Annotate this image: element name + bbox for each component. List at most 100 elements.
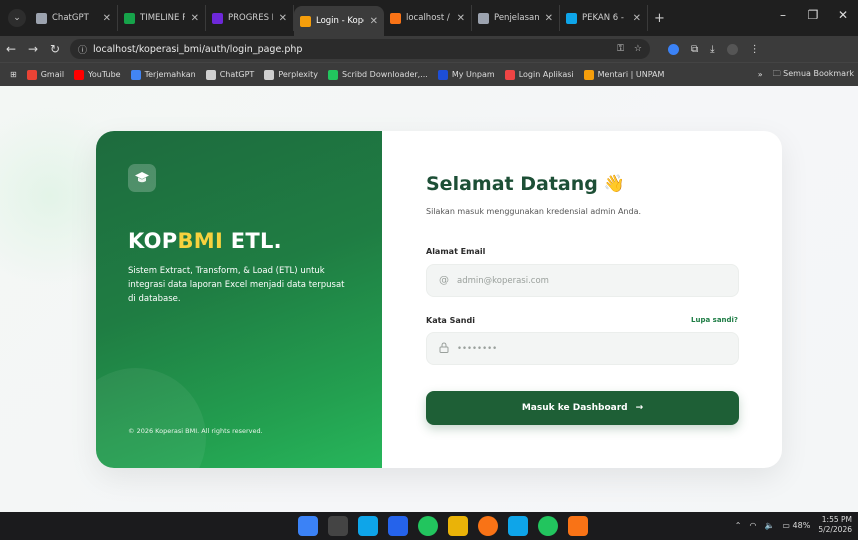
browser-tab-strip: ⌄ ChatGPT✕TIMELINE RU✕PROGRES KP✕Login -… (0, 0, 858, 36)
brand-description: Sistem Extract, Transform, & Load (ETL) … (128, 266, 345, 304)
spotify-icon[interactable] (418, 516, 438, 536)
login-form: Selamat Datang 👋 Silakan masuk menggunaka… (382, 131, 782, 468)
bookmark-favicon-icon (583, 69, 594, 80)
forgot-password-link[interactable]: Lupa sandi? (691, 316, 738, 324)
xampp-icon[interactable] (568, 516, 588, 536)
start-icon[interactable] (298, 516, 318, 536)
chrome-icon[interactable] (478, 516, 498, 536)
browser-toolbar: ← → ↻ ⓘ localhost/koperasi_bmi/auth/logi… (0, 36, 858, 62)
close-tab-icon[interactable]: ✕ (627, 13, 641, 24)
bookmark-item[interactable]: YouTube (74, 69, 121, 80)
window-controls: – ❐ ✕ (768, 0, 858, 30)
more-bookmarks-icon[interactable]: » (758, 70, 763, 79)
bookmark-item[interactable]: Mentari | UNPAM (583, 69, 664, 80)
login-card: KOPBMI ETL. Sistem Extract, Transform, &… (96, 131, 782, 468)
bookmark-item[interactable]: Perplexity (264, 69, 318, 80)
bookmark-item[interactable]: Gmail (26, 69, 64, 80)
extension-icon[interactable] (668, 43, 679, 55)
volume-icon[interactable]: 🔈 (764, 521, 774, 530)
close-tab-icon[interactable]: ✕ (273, 13, 287, 24)
login-submit-button[interactable]: Masuk ke Dashboard → (426, 391, 739, 425)
email-field[interactable]: @ admin@koperasi.com (426, 264, 739, 297)
address-bar[interactable]: ⓘ localhost/koperasi_bmi/auth/login_page… (70, 39, 650, 59)
tab-favicon-icon (212, 12, 223, 24)
email-label: Alamat Email (426, 247, 486, 256)
menu-kebab-icon[interactable]: ⋮ (750, 44, 760, 55)
page-background: KOPBMI ETL. Sistem Extract, Transform, &… (0, 86, 858, 512)
bookmark-item[interactable]: ChatGPT (205, 69, 254, 80)
reload-icon[interactable]: ↻ (44, 42, 66, 56)
bookmark-item[interactable]: My Unpam (437, 69, 495, 80)
wifi-icon[interactable]: ◠ (749, 521, 756, 530)
bookmark-folder[interactable]: 🗀 Semua Bookmark (773, 68, 854, 82)
profile-avatar[interactable] (726, 43, 738, 55)
decorative-circle (96, 368, 206, 468)
tab-favicon-icon (300, 15, 311, 27)
bookmark-favicon-icon (327, 69, 338, 80)
file-explorer-icon[interactable] (448, 516, 468, 536)
copyright-footer: © 2026 Koperasi BMI. All rights reserved… (128, 427, 263, 435)
apps-grid-icon[interactable]: ⊞ (10, 70, 17, 79)
bookmark-star-icon[interactable]: ☆ (634, 44, 642, 54)
tab-list: ChatGPT✕TIMELINE RU✕PROGRES KP✕Login - K… (30, 0, 648, 36)
email-placeholder: admin@koperasi.com (457, 275, 549, 286)
tab-favicon-icon (390, 12, 401, 24)
at-sign-icon: @ (439, 275, 449, 286)
brand-panel: KOPBMI ETL. Sistem Extract, Transform, &… (96, 131, 382, 468)
battery-icon[interactable]: ▭ 48% (782, 521, 810, 530)
close-tab-icon[interactable]: ✕ (97, 13, 111, 24)
bookmark-favicon-icon (437, 69, 448, 80)
tab-1[interactable]: TIMELINE RU✕ (118, 5, 206, 31)
close-tab-icon[interactable]: ✕ (539, 13, 553, 24)
bookmark-item[interactable]: Terjemahkan (130, 69, 196, 80)
bookmarks-bar: ⊞ Gmail YouTube Terjemahkan ChatGPT Perplexi… (0, 62, 858, 86)
search-icon[interactable] (328, 516, 348, 536)
maximize-icon[interactable]: ❐ (798, 8, 828, 22)
whatsapp-icon[interactable] (538, 516, 558, 536)
bookmark-favicon-icon (264, 69, 275, 80)
forward-icon[interactable]: → (22, 42, 44, 56)
calendar-app-icon[interactable] (388, 516, 408, 536)
bookmark-favicon-icon (205, 69, 216, 80)
bookmark-favicon-icon (130, 69, 141, 80)
lock-icon (439, 341, 449, 356)
brand-title: KOPBMI ETL. (128, 229, 282, 253)
close-window-icon[interactable]: ✕ (828, 8, 858, 22)
new-tab-icon[interactable]: + (654, 11, 665, 26)
os-taskbar: ⌃ ◠ 🔈 ▭ 48% 1:55 PM 5/2/2026 (0, 512, 858, 540)
bookmark-item[interactable]: Scribd Downloader,... (327, 69, 428, 80)
back-icon[interactable]: ← (0, 42, 22, 56)
minimize-icon[interactable]: – (768, 8, 798, 22)
close-tab-icon[interactable]: ✕ (451, 13, 465, 24)
tab-3[interactable]: Login - Kope ✕ (294, 6, 384, 36)
close-tab-icon[interactable]: ✕ (364, 16, 378, 27)
close-tab-icon[interactable]: ✕ (185, 13, 199, 24)
vscode-icon[interactable] (508, 516, 528, 536)
tab-favicon-icon (36, 12, 47, 24)
bookmark-favicon-icon (74, 69, 85, 80)
bookmark-list: Gmail YouTube Terjemahkan ChatGPT Perplexity… (17, 69, 664, 80)
tab-0[interactable]: ChatGPT ✕ (30, 5, 118, 31)
site-info-icon[interactable]: ⓘ (78, 43, 87, 56)
bookmark-favicon-icon (26, 69, 37, 80)
password-field[interactable]: •••••••• (426, 332, 739, 365)
password-key-icon[interactable]: ⚿ (617, 44, 624, 54)
graduation-cap-icon (128, 164, 156, 192)
widgets-icon[interactable] (358, 516, 378, 536)
bookmark-item[interactable]: Login Aplikasi (504, 69, 574, 80)
tab-6[interactable]: PEKAN 6 - Gu✕ (560, 5, 648, 31)
tab-4[interactable]: localhost / 12✕ (384, 5, 472, 31)
clock[interactable]: 1:55 PM 5/2/2026 (818, 515, 852, 535)
tab-search-icon[interactable]: ⌄ (8, 9, 26, 27)
password-placeholder: •••••••• (457, 343, 498, 354)
tab-2[interactable]: PROGRES KP✕ (206, 5, 294, 31)
tab-favicon-icon (124, 12, 135, 24)
welcome-heading: Selamat Datang 👋 (426, 173, 626, 195)
tab-5[interactable]: Penjelasan p✕ (472, 5, 560, 31)
url-text: localhost/koperasi_bmi/auth/login_page.p… (93, 43, 303, 55)
extension-puzzle-icon[interactable]: ⧉ (691, 44, 698, 55)
download-icon[interactable]: ⤓ (710, 44, 714, 55)
system-tray: ⌃ ◠ 🔈 ▭ 48% 1:55 PM 5/2/2026 (735, 515, 852, 535)
chevron-up-icon[interactable]: ⌃ (735, 521, 742, 530)
waving-hand-icon: 👋 (603, 174, 626, 194)
